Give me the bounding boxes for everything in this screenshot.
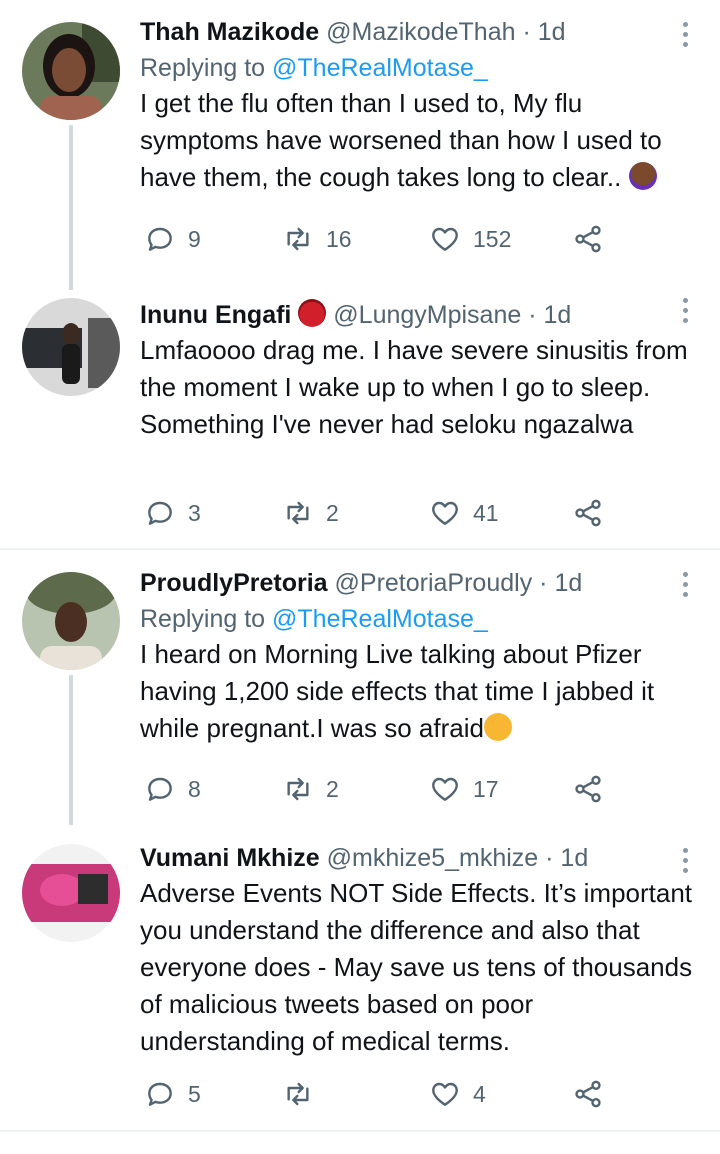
- user-handle[interactable]: @mkhize5_mkhize: [327, 844, 539, 872]
- timestamp[interactable]: 1d: [560, 844, 588, 872]
- reply-button[interactable]: 3: [144, 496, 201, 530]
- share-button[interactable]: [572, 496, 604, 530]
- reply-icon: [148, 777, 172, 801]
- timestamp[interactable]: 1d: [554, 569, 582, 597]
- tweet-actions: 8 2 17: [140, 772, 620, 806]
- replying-to-label: Replying to: [140, 605, 266, 633]
- like-count: 17: [473, 775, 499, 802]
- thread-line: [69, 125, 73, 290]
- like-button[interactable]: 4: [429, 1077, 486, 1111]
- like-count: 41: [473, 499, 499, 526]
- reply-button[interactable]: 5: [144, 1077, 201, 1111]
- like-count: 152: [473, 225, 512, 252]
- heart-icon: [432, 501, 458, 525]
- like-button[interactable]: 17: [429, 772, 499, 806]
- retweet-button[interactable]: 16: [282, 222, 352, 256]
- tweet-header: ProudlyPretoria @PretoriaProudly · 1d: [140, 568, 700, 598]
- tweet-text-body: I get the flu often than I used to, My f…: [140, 88, 662, 192]
- reply-button[interactable]: 8: [144, 772, 201, 806]
- timestamp[interactable]: 1d: [538, 18, 566, 46]
- retweet-icon: [287, 777, 309, 801]
- avatar[interactable]: [22, 844, 120, 942]
- reply-count: 8: [188, 775, 201, 802]
- tweet-text: I get the flu often than I used to, My f…: [140, 85, 700, 196]
- user-handle[interactable]: @PretoriaProudly: [335, 569, 533, 597]
- weary-face-emoji: [483, 713, 512, 741]
- share-button[interactable]: [572, 772, 604, 806]
- avatar[interactable]: [22, 22, 120, 120]
- retweet-button[interactable]: 2: [282, 496, 339, 530]
- separator: ·: [539, 569, 548, 597]
- share-button[interactable]: [572, 222, 604, 256]
- tweet[interactable]: Thah Mazikode @MazikodeThah · 1d Replyin…: [0, 0, 720, 290]
- mention-link[interactable]: @TheRealMotase_: [272, 54, 488, 82]
- like-button[interactable]: 152: [429, 222, 511, 256]
- avatar[interactable]: [22, 298, 120, 396]
- retweet-icon: [287, 227, 309, 251]
- tweet-text: Adverse Events NOT Side Effects. It’s im…: [140, 878, 693, 1056]
- reply-feed: Thah Mazikode @MazikodeThah · 1d Replyin…: [0, 0, 720, 1154]
- mention-link[interactable]: @TheRealMotase_: [272, 605, 488, 633]
- share-button[interactable]: [572, 1077, 604, 1111]
- tweet[interactable]: Inunu Engafi @LungyMpisane · 1d Lmfaoooo…: [0, 290, 720, 548]
- tweet-actions: 5 4: [140, 1077, 620, 1111]
- tweet-text: I heard on Morning Live talking about Pf…: [140, 636, 700, 747]
- separator: ·: [528, 301, 537, 329]
- like-button[interactable]: 41: [429, 496, 499, 530]
- replying-to: Replying to @TheRealMotase_: [140, 604, 700, 634]
- replying-to-label: Replying to: [140, 54, 266, 82]
- retweet-count: 2: [326, 775, 339, 802]
- reply-count: 9: [188, 225, 201, 252]
- retweet-count: 16: [326, 225, 352, 252]
- separator: ·: [545, 844, 554, 872]
- tweet-actions: 9 16 152: [140, 222, 620, 256]
- ogre-emoji: [298, 299, 327, 327]
- retweet-button[interactable]: 2: [282, 772, 339, 806]
- reply-icon: [148, 227, 172, 251]
- retweet-count: 2: [326, 499, 339, 526]
- reply-button[interactable]: 9: [144, 222, 201, 256]
- user-handle[interactable]: @LungyMpisane: [333, 301, 521, 329]
- separator: ·: [522, 18, 531, 46]
- avatar[interactable]: [22, 572, 120, 670]
- reply-count: 3: [188, 499, 201, 526]
- display-name[interactable]: Thah Mazikode: [140, 18, 319, 46]
- share-icon: [575, 775, 601, 803]
- retweet-icon: [287, 501, 309, 525]
- tweet-header: Vumani Mkhize @mkhize5_mkhize · 1d: [140, 843, 700, 873]
- retweet-button[interactable]: [282, 1077, 326, 1111]
- thread-line: [69, 675, 73, 825]
- heart-icon: [432, 777, 458, 801]
- tweet-text: Lmfaoooo drag me. I have severe sinusiti…: [140, 335, 688, 439]
- share-icon: [575, 225, 601, 253]
- share-icon: [575, 1080, 601, 1108]
- tweet-text-body: I heard on Morning Live talking about Pf…: [140, 639, 655, 743]
- timestamp[interactable]: 1d: [544, 301, 572, 329]
- share-icon: [575, 499, 601, 527]
- tweet-header: Inunu Engafi @LungyMpisane · 1d: [140, 299, 700, 330]
- retweet-icon: [287, 1082, 309, 1106]
- woman-facepalming-emoji: [628, 162, 657, 190]
- display-name[interactable]: Inunu Engafi: [140, 301, 291, 329]
- reply-count: 5: [188, 1080, 201, 1107]
- user-handle[interactable]: @MazikodeThah: [326, 18, 515, 46]
- reply-icon: [148, 501, 172, 525]
- tweet[interactable]: Vumani Mkhize @mkhize5_mkhize · 1d Adver…: [0, 840, 720, 1130]
- heart-icon: [432, 1082, 458, 1106]
- reply-icon: [148, 1082, 172, 1106]
- tweet-header: Thah Mazikode @MazikodeThah · 1d: [140, 17, 700, 47]
- replying-to: Replying to @TheRealMotase_: [140, 53, 700, 83]
- divider: [0, 1130, 720, 1132]
- tweet-actions: 3 2 41: [140, 496, 620, 530]
- heart-icon: [432, 227, 458, 251]
- display-name[interactable]: ProudlyPretoria: [140, 569, 328, 597]
- tweet[interactable]: ProudlyPretoria @PretoriaProudly · 1d Re…: [0, 550, 720, 840]
- display-name[interactable]: Vumani Mkhize: [140, 844, 320, 872]
- like-count: 4: [473, 1080, 486, 1107]
